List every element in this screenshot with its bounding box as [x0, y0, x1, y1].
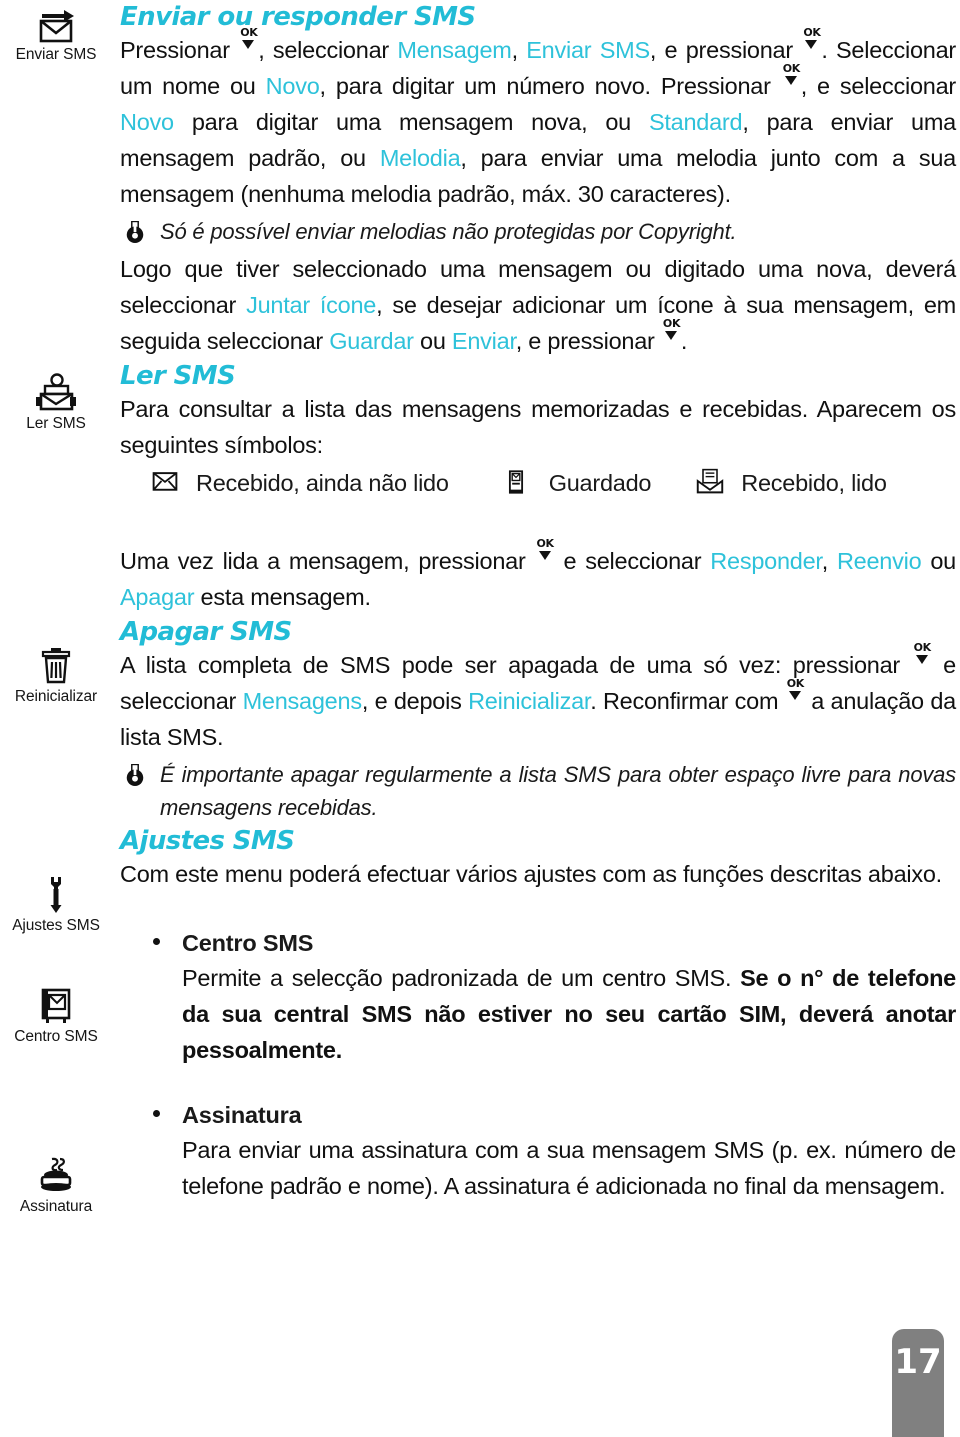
symbol-recebido-lido: Recebido, lido — [695, 467, 887, 499]
bullet-centro-sms: Centro SMS Permite a selecção padronizad… — [120, 926, 956, 1068]
page-number-tab: 17 — [892, 1329, 944, 1437]
link-responder: Responder — [710, 548, 822, 574]
paragraph-apagar-sms: A lista completa de SMS pode ser apagada… — [120, 642, 956, 755]
link-apagar: Apagar — [120, 584, 195, 610]
rail-label: Ajustes SMS — [12, 917, 100, 934]
symbol-label: Guardado — [548, 469, 652, 496]
text-run: Permite a selecção padronizada de um cen… — [182, 965, 741, 991]
text-run: , — [821, 548, 837, 574]
note-apagar-regularmente: É importante apagar regularmente a lista… — [120, 758, 956, 824]
symbol-label: Recebido, lido — [741, 469, 887, 496]
note-key-icon — [124, 219, 146, 252]
paragraph-ajustes-sms: Com este menu poderá efectuar vários aju… — [120, 861, 942, 887]
saved-message-icon — [503, 467, 537, 499]
ok-key-icon: OK — [783, 63, 800, 96]
bullet-body: Para enviar uma assinatura com a sua men… — [182, 1137, 956, 1199]
link-reenvio: Reenvio — [836, 548, 922, 574]
rail-item-reinicializar: Reinicializar — [0, 646, 112, 706]
text-run: para digitar uma mensagem nova, ou — [173, 109, 649, 135]
text-run: , e depois — [361, 688, 469, 714]
link-guardar: Guardar — [329, 328, 414, 354]
text-run: . Reconfirmar com — [590, 688, 785, 714]
rail-item-ajustes-sms: Ajustes SMS — [0, 875, 112, 935]
symbol-legend: Recebido, ainda não lido Guardado Recebi… — [120, 467, 956, 499]
paragraph-ler-sms: Para consultar a lista das mensagens mem… — [120, 396, 956, 458]
text-run: , e pressionar — [515, 328, 661, 354]
link-novo-2: Novo — [120, 109, 174, 135]
link-enviar: Enviar — [451, 328, 516, 354]
closed-envelope-icon — [150, 467, 184, 499]
bullet-dot-icon — [153, 1110, 160, 1117]
link-mensagens: Mensagens — [242, 688, 363, 714]
ok-key-icon: OK — [537, 538, 554, 571]
link-standard: Standard — [648, 109, 743, 135]
text-run: , para digitar um número novo. Pressiona… — [319, 73, 781, 99]
read-message-icon — [34, 373, 78, 413]
heading-ler-sms: Ler SMS — [120, 361, 236, 391]
note-text: Só é possível enviar melodias não proteg… — [160, 219, 737, 244]
link-enviar-sms: Enviar SMS — [526, 37, 650, 63]
ok-key-icon: OK — [787, 678, 804, 711]
text-run: ou — [413, 328, 452, 354]
link-mensagem: Mensagem — [397, 37, 512, 63]
note-copyright: Só é possível enviar melodias não proteg… — [120, 215, 956, 248]
text-run: , e seleccionar — [800, 73, 957, 99]
paragraph-enviar-sms: Pressionar OK, seleccionar Mensagem, Env… — [120, 27, 957, 212]
manual-page: Enviar SMS Ler SMS Reinicializar Ajustes… — [0, 0, 960, 1437]
rail-item-ler-sms: Ler SMS — [0, 373, 112, 433]
rail-label: Reinicializar — [14, 688, 98, 705]
link-reinicializar: Reinicializar — [468, 688, 591, 714]
link-melodia: Melodia — [379, 145, 461, 171]
text-run: , — [511, 37, 527, 63]
text-run: ou — [921, 548, 957, 574]
text-run: Pressionar — [120, 37, 239, 63]
paragraph-juntar-icone: Logo que tiver seleccionado uma mensagem… — [120, 251, 956, 359]
note-text: É importante apagar regularmente a lista… — [160, 762, 956, 820]
symbol-label: Recebido, ainda não lido — [196, 469, 449, 496]
envelope-arrow-icon — [34, 4, 78, 44]
text-run: A lista completa de SMS pode ser apagada… — [120, 652, 912, 678]
symbol-guardado: Guardado — [503, 467, 652, 499]
bullet-dot-icon — [153, 938, 160, 945]
rail-label: Enviar SMS — [15, 46, 97, 63]
sms-center-icon — [34, 986, 78, 1026]
ok-key-icon: OK — [803, 27, 821, 60]
text-run: , seleccionar — [258, 37, 398, 63]
bullet-body: Permite a selecção padronizada de um cen… — [182, 960, 956, 1068]
text-run: Uma vez lida a mensagem, pressionar — [120, 548, 535, 574]
wrench-icon — [34, 875, 78, 915]
ok-key-icon: OK — [914, 642, 931, 675]
rail-label: Assinatura — [19, 1198, 93, 1215]
note-key-icon — [124, 762, 146, 795]
bullet-title: Assinatura — [182, 1102, 302, 1128]
rail-item-enviar-sms: Enviar SMS — [0, 4, 112, 64]
rail-label: Ler SMS — [26, 415, 86, 432]
icon-rail: Enviar SMS Ler SMS Reinicializar Ajustes… — [0, 0, 112, 1437]
ok-key-icon: OK — [663, 318, 680, 351]
ok-key-icon: OK — [240, 27, 258, 60]
text-run: , e pressionar — [649, 37, 802, 63]
text-run: . — [680, 328, 688, 354]
link-novo: Novo — [265, 73, 320, 99]
link-juntar-icone: Juntar ícone — [246, 292, 377, 318]
rail-item-centro-sms: Centro SMS — [0, 986, 112, 1046]
symbol-recebido-nao-lido: Recebido, ainda não lido — [150, 467, 449, 499]
heading-ajustes-sms: Ajustes SMS — [120, 826, 295, 856]
rail-label: Centro SMS — [14, 1028, 98, 1045]
content-column: Enviar ou responder SMS Pressionar OK, s… — [120, 0, 956, 1204]
bullet-title: Centro SMS — [182, 930, 314, 956]
rail-item-assinatura: Assinatura — [0, 1156, 112, 1216]
heading-apagar-sms: Apagar SMS — [120, 617, 292, 647]
text-run: esta mensagem. — [194, 584, 371, 610]
opened-envelope-icon — [695, 467, 729, 499]
trash-can-icon — [34, 646, 78, 686]
paragraph-uma-vez-lida: Uma vez lida a mensagem, pressionar OK e… — [120, 538, 957, 615]
bullet-assinatura: Assinatura Para enviar uma assinatura co… — [120, 1098, 956, 1204]
text-run: e seleccionar — [554, 548, 711, 574]
stamp-icon — [34, 1156, 78, 1196]
